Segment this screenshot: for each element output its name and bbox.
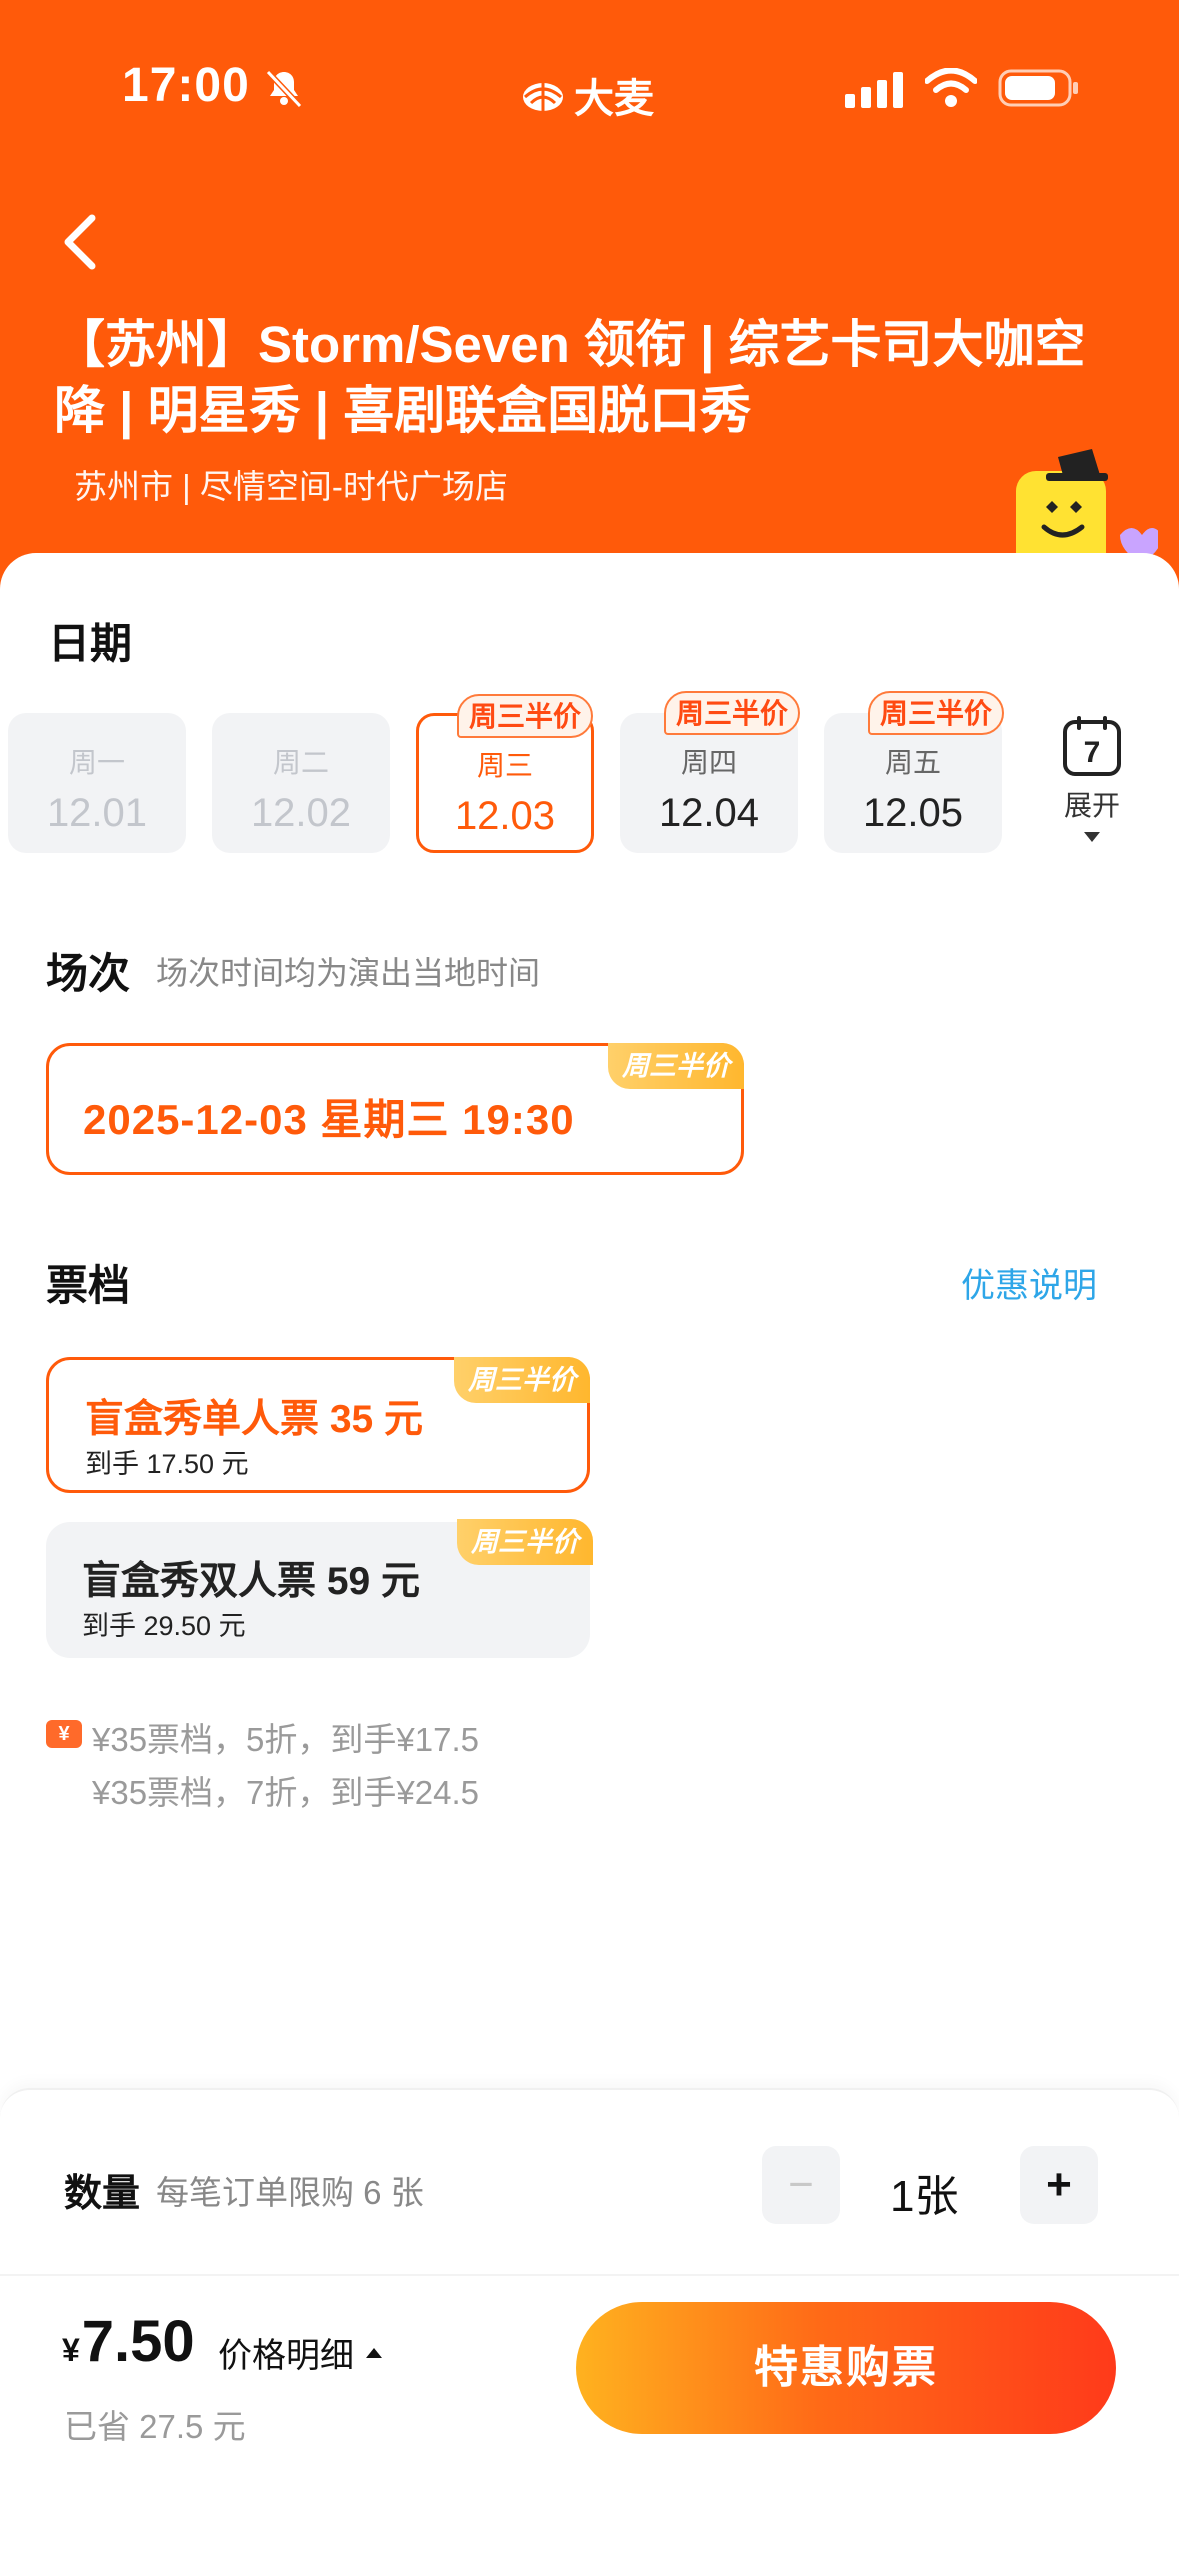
price-detail-label: 价格明细 [218,2337,354,2375]
buy-ticket-button[interactable]: 特惠购票 [576,2302,1116,2434]
date-option-2: 周二 12.02 [212,713,390,853]
logo-text: 大麦 [574,77,654,121]
ticket-final-price: 到手 29.50 元 [82,1611,246,1641]
event-venue: 苏州市 | 尽情空间-时代广场店 [74,468,508,505]
ticket-section-title: 票档 [46,1262,131,1309]
purchase-bar: ¥ 7.50 价格明细 已省 27.5 元 特惠购票 [0,2274,1179,2556]
status-time: 17:00 [122,59,250,112]
calendar-icon: 7 [1063,716,1121,776]
quantity-value: 1张 [890,2172,959,2221]
half-price-badge: 周三半价 [663,691,800,735]
half-price-badge: 周三半价 [454,1357,590,1403]
event-title: 【苏州】Storm/Seven 领衔 | 综艺卡司大咖空降 | 明星秀 | 喜剧… [54,316,1086,439]
date-weekday: 周五 [884,747,941,778]
date-option-4[interactable]: 周三半价 周四 12.04 [620,691,800,853]
date-day: 12.05 [862,791,964,835]
half-price-badge: 周三半价 [608,1043,744,1089]
caret-down-icon [1084,832,1100,842]
discount-rule: ¥35票档，7折，到手¥24.5 [92,1774,479,1811]
date-day: 12.03 [454,794,556,838]
quantity-decrease-button[interactable]: − [762,2146,840,2224]
currency-symbol: ¥ [62,2332,80,2368]
half-price-badge: 周三半价 [456,694,593,738]
caret-up-icon [366,2347,382,2358]
saved-amount: 已省 27.5 元 [64,2408,246,2445]
discount-rule: ¥35票档，5折，到手¥17.5 [92,1721,479,1758]
date-weekday: 周二 [272,747,329,778]
date-option-5[interactable]: 周三半价 周五 12.05 [824,691,1004,853]
quantity-increase-button[interactable]: + [1020,2146,1098,2224]
signal-icon [845,72,903,108]
mute-bell-icon [265,69,303,109]
date-weekday: 周一 [68,747,125,778]
price-value: 7.50 [81,2309,195,2374]
ticket-option-single[interactable]: 周三半价 盲盒秀单人票 35 元 到手 17.50 元 [46,1357,590,1493]
date-option-3[interactable]: 周三半价 周三 12.03 [416,694,594,853]
date-weekday: 周四 [680,747,737,778]
battery-icon [998,69,1078,107]
damai-mark-icon [523,83,563,111]
date-weekday: 周三 [476,750,533,781]
back-arrow-icon[interactable] [56,210,106,274]
session-time: 2025-12-03 星期三 19:30 [83,1096,575,1143]
status-bar: 17:00 大麦 [0,0,1179,180]
session-subtitle: 场次时间均为演出当地时间 [156,955,541,991]
expand-label: 展开 [1063,790,1120,821]
quantity-label: 数量 [64,2173,141,2215]
wifi-icon [925,68,977,107]
expand-calendar-button[interactable]: 7 展开 [1052,716,1132,844]
date-day: 12.04 [658,791,760,835]
calendar-day-number: 7 [1084,736,1101,769]
half-price-badge: 周三半价 [457,1519,593,1565]
date-day: 12.01 [46,791,148,835]
half-price-badge: 周三半价 [867,691,1004,735]
coupon-icon: ¥ [46,1720,82,1748]
price-detail-toggle[interactable]: 价格明细 [218,2328,384,2377]
event-header: 17:00 大麦 【苏州】Storm/Seven 领衔 | 综艺卡司大咖空降 |… [0,0,1179,640]
promo-info-link[interactable]: 优惠说明 [961,1258,1097,1307]
ticket-name: 盲盒秀单人票 35 元 [85,1398,424,1441]
session-option[interactable]: 周三半价 2025-12-03 星期三 19:30 [46,1043,744,1175]
session-section-title: 场次 [46,950,131,997]
date-option-1: 周一 12.01 [8,713,186,853]
quantity-bar: 数量 每笔订单限购 6 张 − 1张 + [0,2088,1179,2274]
total-price: ¥ 7.50 [62,2308,195,2375]
date-day: 12.02 [250,791,352,835]
ticket-final-price: 到手 17.50 元 [85,1449,249,1479]
ticket-option-double[interactable]: 周三半价 盲盒秀双人票 59 元 到手 29.50 元 [46,1519,593,1658]
damai-logo: 大麦 [520,70,654,121]
quantity-limit: 每笔订单限购 6 张 [156,2174,424,2211]
ticket-name: 盲盒秀双人票 59 元 [82,1560,421,1603]
date-section-title: 日期 [48,620,133,667]
